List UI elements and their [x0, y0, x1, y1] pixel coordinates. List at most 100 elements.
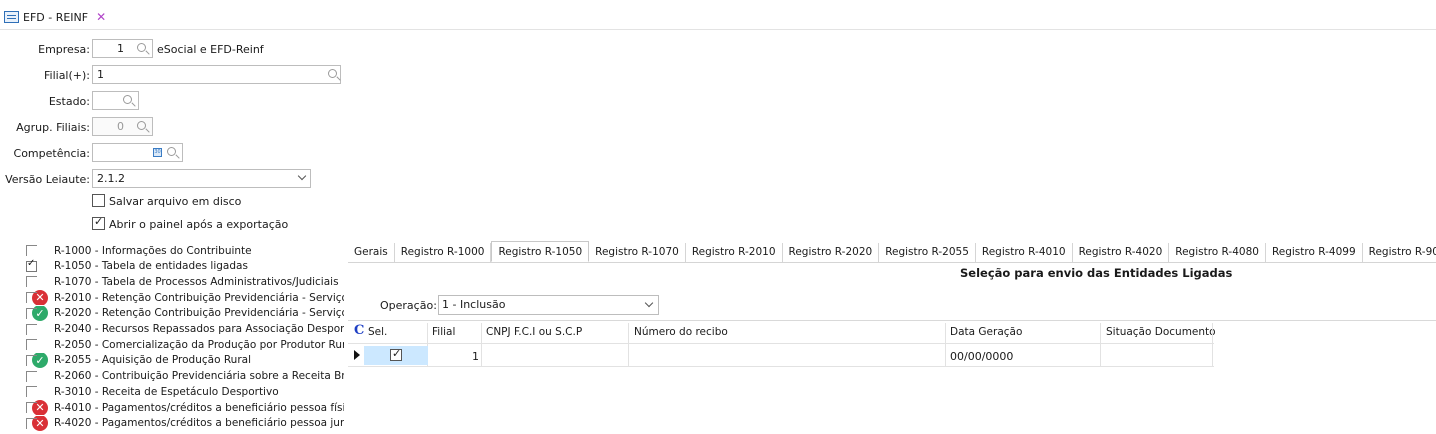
registro-checkbox[interactable]	[26, 292, 37, 304]
list-item[interactable]: R-1050 - Tabela de entidades ligadas	[0, 259, 344, 274]
versao-leiaute-select[interactable]: 2.1.2	[92, 169, 311, 188]
form-icon	[4, 11, 19, 23]
grid-header-recibo[interactable]: Número do recibo	[634, 326, 728, 338]
empresa-description: eSocial e EFD-Reinf	[157, 43, 264, 56]
registro-checkbox[interactable]	[26, 276, 37, 288]
list-item[interactable]: R-3010 - Receita de Espetáculo Desportiv…	[0, 384, 344, 399]
row-indicator-icon	[354, 350, 360, 360]
tab-registro-r-9000[interactable]: Registro R-9000	[1363, 243, 1436, 263]
row-filial: 1	[472, 350, 479, 363]
list-item[interactable]: R-2040 - Recursos Repassados para Associ…	[0, 322, 344, 337]
agrup-filiais-field[interactable]: 0	[92, 117, 153, 136]
agrup-filiais-label: Agrup. Filiais:	[16, 121, 90, 134]
filial-label: Filial(+):	[44, 69, 90, 82]
tab-gerais[interactable]: Gerais	[348, 243, 395, 263]
abrir-painel-label: Abrir o painel após a exportação	[109, 218, 289, 231]
calendar-icon[interactable]: 30	[153, 148, 162, 157]
agrup-filiais-value: 0	[117, 120, 124, 133]
registro-label: R-4020 - Pagamentos/créditos a beneficiá…	[54, 417, 344, 430]
tab-registro-r-1050[interactable]: Registro R-1050	[491, 241, 590, 262]
search-icon[interactable]	[137, 43, 146, 52]
empresa-field[interactable]: 1	[92, 39, 153, 58]
abrir-painel-checkbox[interactable]	[92, 215, 105, 230]
list-item[interactable]: ✕ R-4020 - Pagamentos/créditos a benefici…	[0, 415, 344, 431]
operacao-select[interactable]: 1 - Inclusão	[438, 295, 659, 315]
grid-header-filial[interactable]: Filial	[432, 326, 455, 338]
registro-label: R-2060 - Contribuição Previdenciária sob…	[54, 370, 344, 383]
registro-checkbox[interactable]	[26, 307, 37, 319]
tab-registro-r-4020[interactable]: Registro R-4020	[1073, 243, 1170, 263]
registro-label: R-4010 - Pagamentos/créditos a beneficiá…	[54, 401, 344, 414]
list-item[interactable]: ✕ R-2010 - Retenção Contribuição Previden…	[0, 290, 344, 306]
registro-label: R-2010 - Retenção Contribuição Previdenc…	[54, 291, 344, 304]
registro-label: R-2050 - Comercialização da Produção por…	[54, 338, 344, 351]
search-icon[interactable]	[328, 69, 337, 78]
tab-registro-r-2020[interactable]: Registro R-2020	[783, 243, 880, 263]
registro-label: R-2040 - Recursos Repassados para Associ…	[54, 323, 344, 335]
registro-label: R-1050 - Tabela de entidades ligadas	[54, 260, 248, 273]
registro-checkbox[interactable]	[26, 417, 37, 429]
competencia-label: Competência:	[13, 147, 90, 160]
filial-field[interactable]: 1	[92, 65, 341, 84]
row-data-geracao: 00/00/0000	[950, 350, 1014, 363]
list-item[interactable]: ✕ R-4010 - Pagamentos/créditos a benefici…	[0, 400, 344, 415]
salvar-arquivo-label: Salvar arquivo em disco	[109, 195, 242, 208]
grid-header-data[interactable]: Data Geração	[950, 326, 1022, 338]
grid-header-situacao[interactable]: Situação Documento	[1106, 326, 1216, 338]
tab-strip: Gerais Registro R-1000 Registro R-1050 Regi…	[348, 241, 1436, 263]
search-icon[interactable]	[167, 147, 176, 156]
registro-checkbox[interactable]	[26, 402, 37, 413]
tab-registro-r-4080[interactable]: Registro R-4080	[1169, 243, 1266, 263]
tab-registro-r-1070[interactable]: Registro R-1070	[589, 243, 686, 263]
search-icon[interactable]	[137, 121, 146, 130]
grid-header-sel[interactable]: Sel.	[368, 326, 387, 338]
estado-field[interactable]	[92, 91, 139, 110]
competencia-field[interactable]: 30	[92, 143, 183, 162]
chevron-down-icon	[297, 171, 307, 181]
versao-leiaute-value: 2.1.2	[97, 172, 125, 185]
list-item[interactable]: R-1000 - Informações do Contribuinte	[0, 243, 344, 258]
tab-registro-r-4010[interactable]: Registro R-4010	[976, 243, 1073, 263]
list-item[interactable]: R-2050 - Comercialização da Produção por…	[0, 337, 344, 352]
empresa-value: 1	[117, 42, 124, 55]
tab-registro-r-4099[interactable]: Registro R-4099	[1266, 243, 1363, 263]
grid-top-border	[348, 320, 1436, 321]
list-item[interactable]: R-2060 - Contribuição Previdenciária sob…	[0, 369, 344, 384]
estado-label: Estado:	[48, 95, 90, 108]
row-select-checkbox[interactable]	[390, 347, 402, 361]
versao-leiaute-label: Versão Leiaute:	[5, 173, 90, 186]
document-tab[interactable]: EFD - REINF ✕	[0, 6, 110, 28]
registro-checkbox[interactable]	[26, 323, 37, 335]
registro-checkbox[interactable]	[26, 370, 37, 382]
chevron-down-icon	[644, 298, 654, 308]
registro-checkbox[interactable]	[26, 245, 37, 256]
tab-registro-r-1000[interactable]: Registro R-1000	[395, 243, 492, 263]
close-tab-icon[interactable]: ✕	[96, 10, 106, 24]
filial-value: 1	[97, 68, 104, 81]
registro-checkbox[interactable]	[26, 354, 37, 366]
grid-corner-label: C	[354, 323, 365, 338]
registro-label: R-2020 - Retenção Contribuição Previdenc…	[54, 307, 344, 320]
operacao-label: Operação:	[380, 299, 437, 312]
list-item[interactable]: ✓ R-2020 - Retenção Contribuição Previden…	[0, 305, 344, 321]
table-row[interactable]: 1 00/00/0000	[348, 343, 1214, 367]
document-tab-title: EFD - REINF	[23, 10, 89, 24]
list-item[interactable]: ✓ R-2055 - Aquisição de Produção Rural	[0, 352, 344, 368]
registro-checkbox[interactable]	[26, 339, 37, 351]
tab-registro-r-2010[interactable]: Registro R-2010	[686, 243, 783, 263]
divider	[0, 29, 1436, 30]
registro-label: R-1000 - Informações do Contribuinte	[54, 244, 252, 257]
panel-title: Seleção para envio das Entidades Ligadas	[960, 266, 1233, 280]
registro-label: R-1070 - Tabela de Processos Administrat…	[54, 275, 339, 288]
search-icon[interactable]	[123, 95, 132, 104]
list-item[interactable]: R-1070 - Tabela de Processos Administrat…	[0, 274, 344, 289]
empresa-label: Empresa:	[38, 43, 90, 56]
grid-header-cnpj[interactable]: CNPJ F.C.I ou S.C.P	[486, 326, 582, 338]
registro-label: R-2055 - Aquisição de Produção Rural	[54, 354, 251, 367]
operacao-value: 1 - Inclusão	[442, 298, 506, 311]
salvar-arquivo-checkbox[interactable]	[92, 194, 105, 207]
registro-label: R-3010 - Receita de Espetáculo Desportiv…	[54, 385, 279, 398]
tab-registro-r-2055[interactable]: Registro R-2055	[879, 243, 976, 263]
registro-checkbox[interactable]	[26, 259, 37, 272]
registro-checkbox[interactable]	[26, 386, 37, 398]
